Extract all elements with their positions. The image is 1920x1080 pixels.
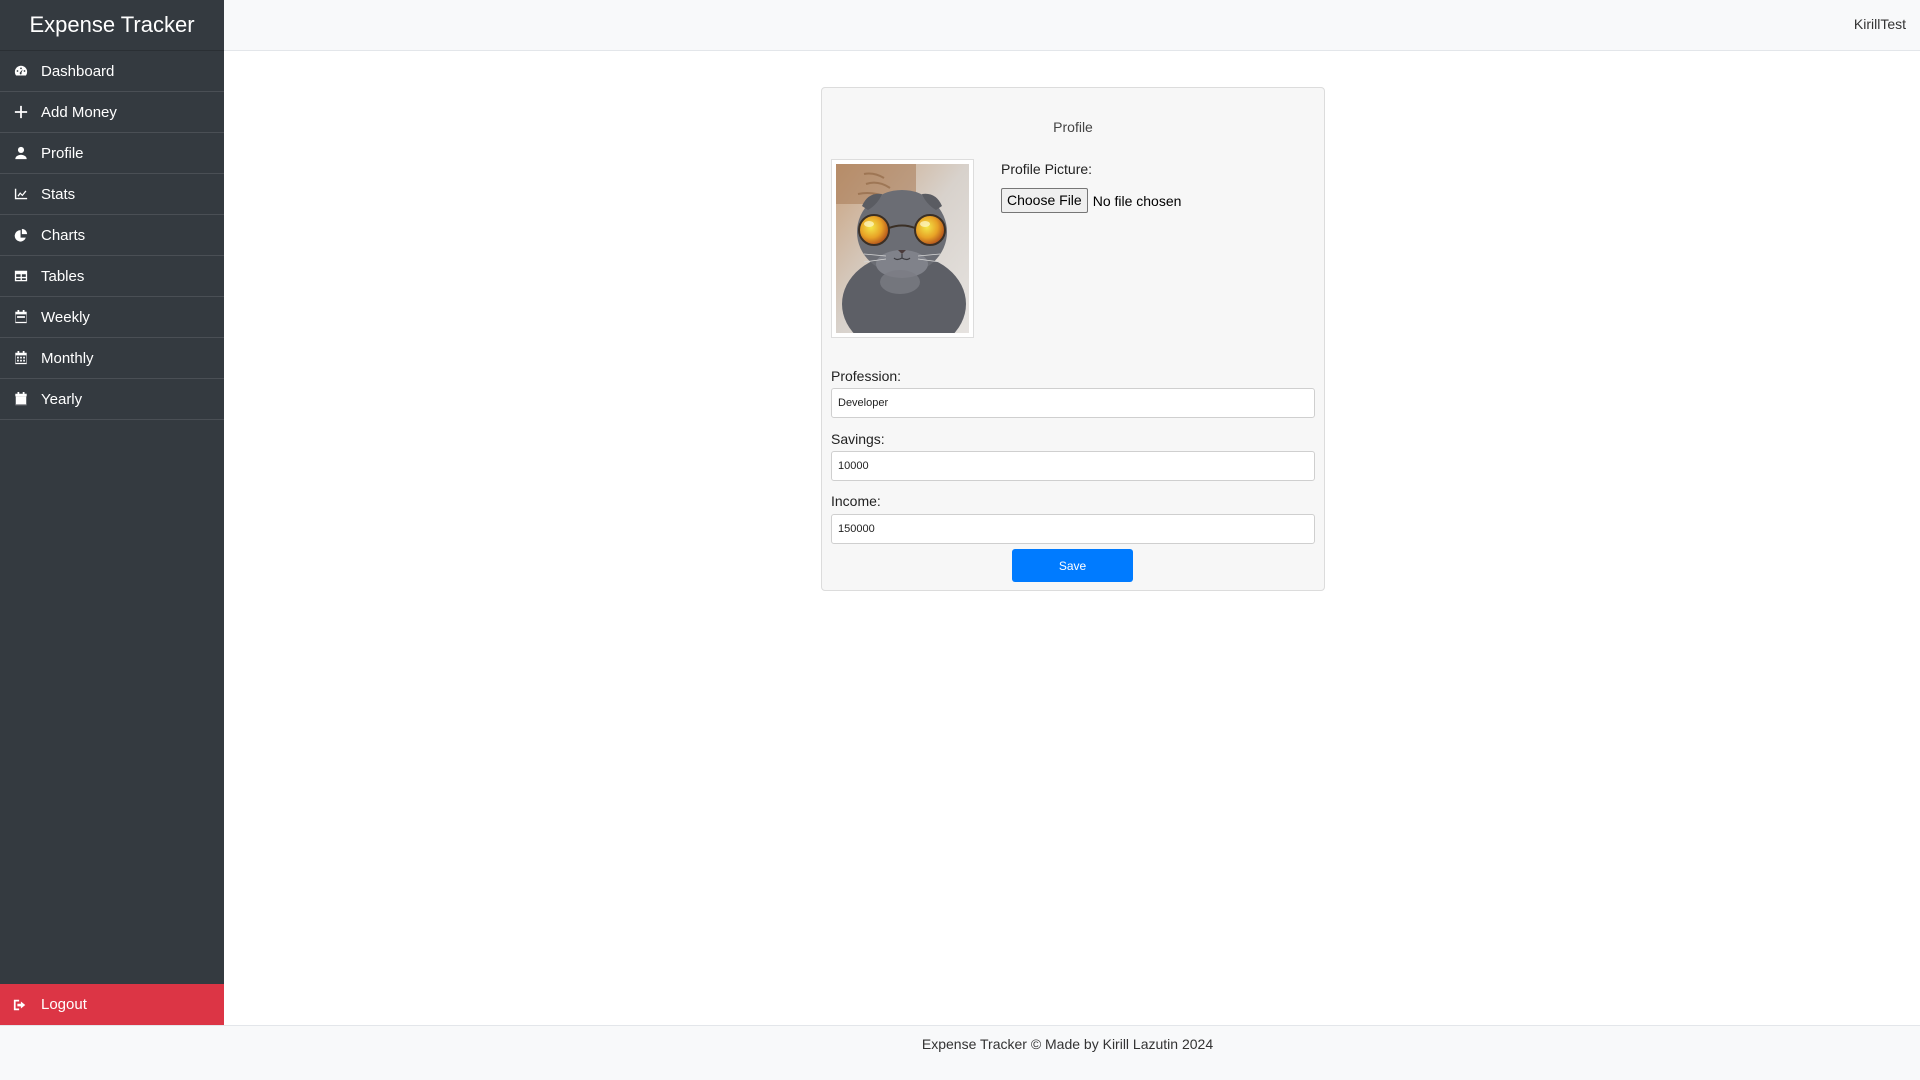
line-chart-icon	[13, 186, 29, 202]
calendar-days-icon	[13, 350, 29, 366]
sidebar-item-label: Dashboard	[41, 62, 115, 80]
plus-icon	[13, 104, 29, 120]
sidebar-item-dashboard[interactable]: Dashboard	[0, 51, 224, 92]
logout-label: Logout	[41, 996, 87, 1013]
sidebar-item-label: Profile	[41, 144, 84, 162]
save-button[interactable]: Save	[1012, 549, 1133, 582]
top-bar: KirillTest	[224, 0, 1920, 51]
profile-picture-label: Profile Picture:	[1001, 161, 1093, 177]
sidebar-item-label: Stats	[41, 185, 76, 203]
username[interactable]: KirillTest	[1854, 16, 1906, 32]
sidebar-item-label: Tables	[41, 267, 85, 285]
sidebar-item-label: Monthly	[41, 349, 94, 367]
table-icon	[13, 268, 29, 284]
sidebar-item-add-money[interactable]: Add Money	[0, 92, 224, 133]
profile-photo	[831, 159, 974, 338]
sidebar-item-charts[interactable]: Charts	[0, 215, 224, 256]
profession-label: Profession:	[831, 368, 902, 384]
pie-chart-icon	[13, 227, 29, 243]
sidebar: Expense Tracker Dashboard Add Money Prof…	[0, 0, 224, 1025]
sidebar-item-weekly[interactable]: Weekly	[0, 297, 224, 338]
income-label: Income:	[831, 493, 881, 509]
gauge-icon	[13, 63, 29, 79]
sidebar-item-label: Yearly	[41, 390, 83, 408]
savings-input[interactable]	[831, 451, 1315, 481]
calendar-week-icon	[13, 309, 29, 325]
card-title: Profile	[1053, 119, 1093, 135]
sidebar-item-profile[interactable]: Profile	[0, 133, 224, 174]
sidebar-item-label: Add Money	[41, 103, 117, 121]
income-input[interactable]	[831, 514, 1315, 544]
choose-file-button[interactable]: Choose File	[1001, 188, 1088, 213]
sidebar-item-label: Weekly	[41, 308, 90, 326]
footer: Expense Tracker © Made by Kirill Lazutin…	[0, 1025, 1920, 1080]
sidebar-item-stats[interactable]: Stats	[0, 174, 224, 215]
sidebar-item-yearly[interactable]: Yearly	[0, 379, 224, 420]
profile-card: Profile Profile Picture: Choose File No …	[821, 87, 1325, 591]
savings-label: Savings:	[831, 431, 885, 447]
logout-button[interactable]: Logout	[0, 984, 224, 1025]
profession-input[interactable]	[831, 388, 1315, 418]
app-title: Expense Tracker	[0, 0, 224, 51]
footer-text: Expense Tracker © Made by Kirill Lazutin…	[921, 1036, 1214, 1052]
file-status: No file chosen	[1092, 192, 1182, 209]
sign-out-icon	[13, 997, 29, 1013]
sidebar-item-label: Charts	[41, 226, 86, 244]
user-icon	[13, 145, 29, 161]
cat-photo-image	[836, 164, 969, 333]
calendar-icon	[13, 391, 29, 407]
sidebar-item-monthly[interactable]: Monthly	[0, 338, 224, 379]
sidebar-item-tables[interactable]: Tables	[0, 256, 224, 297]
file-input[interactable]: Choose File No file chosen	[1001, 188, 1181, 213]
